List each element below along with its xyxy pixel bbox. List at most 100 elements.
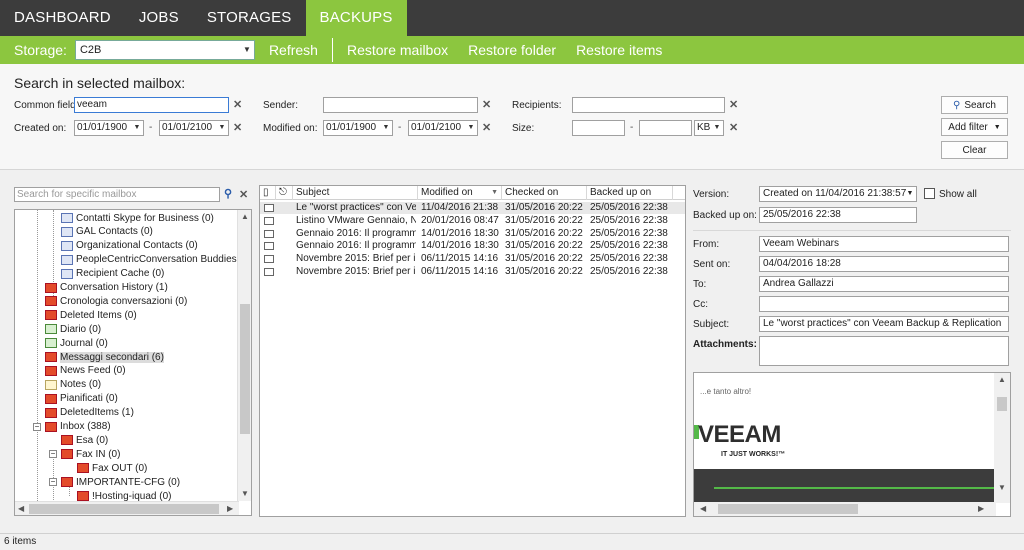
backed-up-field[interactable]: 25/05/2016 22:38	[759, 207, 917, 223]
scroll-down-icon[interactable]: ▼	[241, 489, 249, 498]
sent-on-field[interactable]: 04/04/2016 18:28	[759, 256, 1009, 272]
add-filter-button[interactable]: Add filter ▼	[941, 118, 1008, 136]
restore-folder-button[interactable]: Restore folder	[468, 42, 556, 58]
from-field[interactable]: Veeam Webinars	[759, 236, 1009, 252]
tree-item[interactable]: Pianificati (0)	[45, 392, 118, 406]
recipients-input[interactable]	[572, 97, 725, 113]
clear-button[interactable]: Clear	[941, 141, 1008, 159]
col-checked[interactable]: Checked on	[502, 186, 587, 200]
search-icon: ⚲	[952, 99, 961, 111]
tree-item[interactable]: Fax IN (0)	[61, 447, 120, 461]
from-label: From:	[693, 239, 720, 250]
col-backed[interactable]: Backed up on	[587, 186, 673, 200]
preview-horizontal-scrollbar[interactable]: ◀ ▶	[694, 502, 996, 516]
scroll-thumb[interactable]	[718, 504, 858, 514]
scroll-right-icon[interactable]: ▶	[978, 504, 984, 513]
tree-item[interactable]: Messaggi secondari (6)	[45, 350, 164, 364]
tab-backups[interactable]: BACKUPS	[305, 0, 407, 36]
search-button[interactable]: ⚲ Search	[941, 96, 1008, 114]
mailbox-search-input[interactable]: Search for specific mailbox	[14, 187, 220, 202]
col-subject[interactable]: Subject	[293, 186, 418, 200]
tree-item[interactable]: Conversation History (1)	[45, 281, 168, 295]
clear-common-fields-icon[interactable]: ✕	[233, 98, 242, 111]
scroll-right-icon[interactable]: ▶	[227, 504, 233, 513]
tree-item-label: Journal (0)	[60, 337, 108, 349]
message-preview: ...e tanto altro! VEEAM IT JUST WORKS!™ …	[693, 372, 1011, 517]
scroll-thumb[interactable]	[997, 397, 1007, 411]
tree-item[interactable]: Inbox (388)	[45, 420, 111, 434]
clear-size-icon[interactable]: ✕	[729, 121, 738, 134]
scroll-thumb[interactable]	[29, 504, 219, 514]
created-to-date[interactable]: 01/01/2100 ▼	[159, 120, 229, 136]
tab-dashboard[interactable]: DASHBOARD	[0, 0, 125, 36]
tree-item[interactable]: Journal (0)	[45, 336, 108, 350]
tree-item[interactable]: Diario (0)	[45, 322, 101, 336]
chevron-down-icon: ▼	[133, 124, 141, 131]
envelope-icon	[264, 204, 274, 212]
tree-item[interactable]: Contatti Skype for Business (0)	[61, 211, 214, 225]
tree-item[interactable]: News Feed (0)	[45, 364, 126, 378]
table-row[interactable]: Listino VMware Gennaio, Nuo... 20/01/2016…	[260, 215, 685, 227]
size-min-input[interactable]	[572, 120, 625, 136]
table-row[interactable]: Gennaio 2016: Il programma V... 14/01/201…	[260, 228, 685, 240]
tree-item[interactable]: PeopleCentricConversation Buddies (0)	[61, 253, 251, 267]
tree-expander-icon[interactable]: −	[49, 450, 57, 459]
common-fields-input[interactable]: veeam	[74, 97, 229, 113]
chevron-down-icon: ▼	[467, 124, 475, 131]
tree-item[interactable]: Organizational Contacts (0)	[61, 239, 198, 253]
tree-item[interactable]: IMPORTANTE-CFG (0)	[61, 475, 180, 489]
restore-items-button[interactable]: Restore items	[576, 42, 662, 58]
scroll-thumb[interactable]	[240, 304, 250, 434]
tree-expander-icon[interactable]: −	[49, 478, 57, 487]
scroll-up-icon[interactable]: ▲	[241, 212, 249, 221]
tree-item[interactable]: Esa (0)	[61, 433, 108, 447]
tree-item-label: Deleted Items (0)	[60, 309, 137, 321]
size-max-input[interactable]	[639, 120, 692, 136]
attachments-list[interactable]	[759, 336, 1009, 366]
tree-item-label: Organizational Contacts (0)	[76, 240, 198, 252]
clear-created-icon[interactable]: ✕	[233, 121, 242, 134]
scroll-up-icon[interactable]: ▲	[998, 375, 1006, 384]
col-modified[interactable]: Modified on ▼	[418, 186, 502, 200]
clear-modified-icon[interactable]: ✕	[482, 121, 491, 134]
journal-folder-icon	[45, 324, 57, 335]
scroll-left-icon[interactable]: ◀	[700, 504, 706, 513]
size-unit-select[interactable]: KB ▼	[694, 120, 724, 136]
tree-item[interactable]: Cronologia conversazioni (0)	[45, 294, 187, 308]
tree-horizontal-scrollbar[interactable]: ◀ ▶	[15, 501, 239, 515]
tree-item[interactable]: Recipient Cache (0)	[61, 267, 164, 281]
show-all-checkbox[interactable]	[924, 188, 935, 199]
tree-item[interactable]: Fax OUT (0)	[77, 461, 147, 475]
created-from-date[interactable]: 01/01/1900 ▼	[74, 120, 144, 136]
to-field[interactable]: Andrea Gallazzi	[759, 276, 1009, 292]
tab-storages[interactable]: STORAGES	[193, 0, 306, 36]
tree-item[interactable]: DeletedItems (1)	[45, 406, 134, 420]
table-row[interactable]: Gennaio 2016: Il programma V... 14/01/201…	[260, 240, 685, 252]
tree-vertical-scrollbar[interactable]: ▲ ▼	[237, 210, 251, 501]
tree-expander-icon[interactable]: −	[33, 422, 41, 431]
table-row[interactable]: Novembre 2015: Brief per i par... 06/11/2…	[260, 266, 685, 278]
subject-field[interactable]: Le "worst practices" con Veeam Backup & …	[759, 316, 1009, 332]
table-row[interactable]: Le "worst practices" con Veea... 11/04/20…	[260, 202, 685, 214]
preview-vertical-scrollbar[interactable]: ▲ ▼	[994, 373, 1010, 503]
cc-field[interactable]	[759, 296, 1009, 312]
refresh-button[interactable]: Refresh	[269, 42, 318, 58]
clear-mailbox-search-icon[interactable]: ✕	[239, 188, 248, 201]
clear-sender-icon[interactable]: ✕	[482, 98, 491, 111]
table-row[interactable]: Novembre 2015: Brief per i par... 06/11/2…	[260, 253, 685, 265]
tab-jobs[interactable]: JOBS	[125, 0, 193, 36]
tree-item[interactable]: GAL Contacts (0)	[61, 225, 153, 239]
sender-input[interactable]	[323, 97, 478, 113]
search-icon[interactable]: ⚲	[224, 187, 232, 200]
modified-from-date[interactable]: 01/01/1900 ▼	[323, 120, 393, 136]
modified-to-date[interactable]: 01/01/2100 ▼	[408, 120, 478, 136]
tree-item[interactable]: Notes (0)	[45, 378, 101, 392]
restore-mailbox-button[interactable]: Restore mailbox	[347, 42, 448, 58]
clear-recipients-icon[interactable]: ✕	[729, 98, 738, 111]
version-select[interactable]: Created on 11/04/2016 21:38:57 ▼	[759, 186, 917, 202]
storage-select[interactable]: C2B ▼	[74, 40, 255, 60]
scroll-down-icon[interactable]: ▼	[998, 483, 1006, 492]
envelope-icon	[264, 242, 274, 251]
tree-item[interactable]: Deleted Items (0)	[45, 308, 137, 322]
scroll-left-icon[interactable]: ◀	[18, 504, 24, 513]
